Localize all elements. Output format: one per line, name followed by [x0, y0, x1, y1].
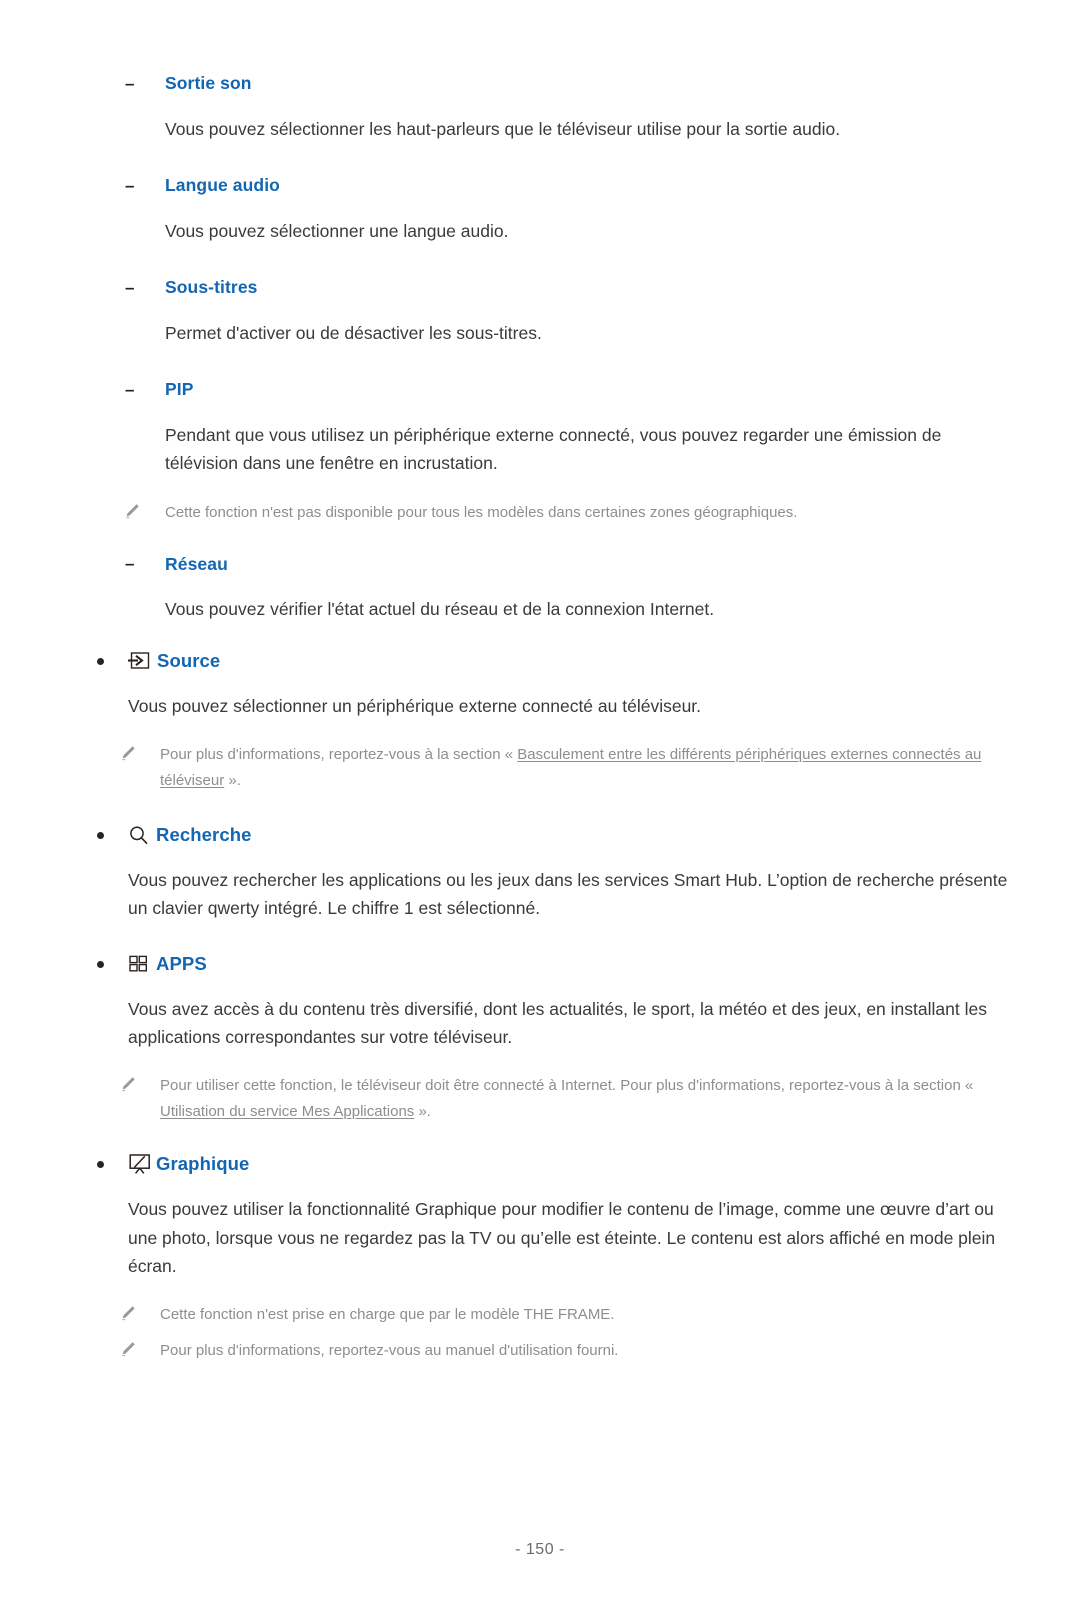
section-title-recherche: Recherche: [156, 823, 252, 845]
subsection-title-sortie-son: Sortie son: [165, 73, 252, 93]
source-input-icon: [128, 651, 150, 670]
manual-page: – Sortie son Vous pouvez sélectionner le…: [0, 72, 1080, 1599]
art-frame-icon: [128, 1153, 152, 1175]
note-text-prefix: Pour utiliser cette fonction, le télévis…: [160, 1077, 974, 1095]
subsection-reseau: – Réseau: [0, 553, 1080, 576]
pencil-icon: [118, 743, 138, 772]
subsection-pip: – PIP: [0, 378, 1080, 401]
body-recherche: Vous pouvez rechercher les applications …: [128, 869, 1008, 919]
pencil-icon: [118, 1339, 138, 1368]
subsection-title-langue-audio: Langue audio: [165, 175, 280, 196]
search-icon: [128, 825, 149, 845]
pencil-icon: [118, 1303, 138, 1332]
note-text-suffix: ».: [414, 1103, 431, 1121]
subsection-title-reseau: Réseau: [165, 553, 228, 574]
section-recherche[interactable]: Recherche: [0, 824, 1080, 846]
body-graphique: Vous pouvez utiliser la fonctionnalité G…: [128, 1199, 996, 1276]
section-title-graphique: Graphique: [156, 1153, 250, 1175]
note-graphique-2: Pour plus d'informations, reportez-vous …: [0, 1338, 1080, 1364]
note-text: Cette fonction n'est prise en charge que…: [160, 1306, 615, 1324]
note-apps: Pour utiliser cette fonction, le télévis…: [0, 1073, 1080, 1125]
note-text-prefix: Pour plus d'informations, reportez-vous …: [160, 746, 518, 764]
note-pip: Cette fonction n'est pas disponible pour…: [0, 500, 1080, 526]
section-graphique[interactable]: Graphique: [0, 1153, 1080, 1175]
note-source: Pour plus d'informations, reportez-vous …: [0, 742, 1080, 794]
subsection-sous-titres: – Sous-titres: [0, 276, 1080, 299]
body-reseau: Vous pouvez vérifier l'état actuel du ré…: [165, 599, 715, 620]
dash-marker: –: [125, 278, 135, 298]
body-apps: Vous avez accès à du contenu très divers…: [128, 998, 987, 1048]
pencil-icon: [118, 1074, 138, 1103]
section-source[interactable]: Source: [0, 650, 1080, 672]
apps-grid-icon: [128, 954, 149, 973]
dash-marker: –: [125, 175, 135, 195]
body-source: Vous pouvez sélectionner un périphérique…: [128, 695, 702, 716]
section-apps[interactable]: APPS: [0, 953, 1080, 975]
subsection-langue-audio: – Langue audio: [0, 174, 1080, 197]
page-number-footer: - 150 -: [515, 1541, 565, 1558]
bullet-dot-icon: [97, 960, 104, 968]
body-langue-audio: Vous pouvez sélectionner une langue audi…: [165, 220, 509, 241]
note-graphique-1: Cette fonction n'est prise en charge que…: [0, 1302, 1080, 1328]
pencil-icon: [122, 501, 142, 530]
dash-marker: –: [125, 554, 135, 574]
subsection-sortie-son: – Sortie son: [0, 72, 1080, 95]
dash-marker: –: [125, 380, 135, 400]
subsection-title-sous-titres: Sous-titres: [165, 277, 258, 298]
bullet-dot-icon: [97, 831, 104, 839]
dash-marker: –: [125, 73, 135, 93]
subsection-title-pip: PIP: [165, 379, 194, 400]
body-pip: Pendant que vous utilisez un périphériqu…: [165, 425, 942, 474]
bullet-dot-icon: [97, 657, 104, 665]
note-text: Pour plus d'informations, reportez-vous …: [160, 1342, 619, 1360]
note-cross-reference-link[interactable]: Utilisation du service Mes Applications: [160, 1103, 414, 1120]
body-sous-titres: Permet d'activer ou de désactiver les so…: [165, 322, 542, 343]
bullet-dot-icon: [97, 1161, 104, 1169]
section-title-apps: APPS: [156, 952, 207, 974]
body-sortie-son: Vous pouvez sélectionner les haut-parleu…: [165, 118, 841, 139]
note-text-suffix: ».: [224, 771, 241, 789]
note-text: Cette fonction n'est pas disponible pour…: [165, 503, 798, 521]
section-title-source: Source: [157, 649, 221, 671]
